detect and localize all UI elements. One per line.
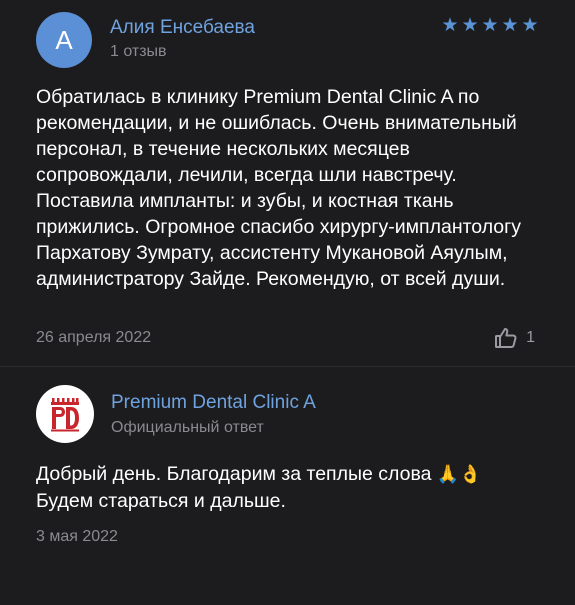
star-icon: ★ (481, 15, 499, 36)
thumbs-up-icon (494, 327, 518, 349)
review-date: 26 апреля 2022 (36, 329, 152, 346)
avatar-letter: А (55, 24, 73, 55)
like-button[interactable]: 1 (494, 327, 535, 349)
clinic-name[interactable]: Premium Dental Clinic A (111, 392, 316, 414)
official-reply: Premium Dental Clinic A Официальный отве… (0, 367, 575, 605)
author-avatar[interactable]: А (36, 12, 92, 68)
pray-ok-emoji-icon: 🙏👌 (436, 464, 482, 485)
author-name[interactable]: Алия Енсебаева (110, 17, 255, 39)
official-reply-label: Официальный ответ (111, 419, 264, 436)
clinic-logo-icon[interactable] (36, 385, 94, 443)
author-review-count: 1 отзыв (110, 43, 167, 60)
review-text: Обратилась в клинику Premium Dental Clin… (36, 86, 522, 290)
reply-text-line2: Будем стараться и дальше. (36, 490, 286, 512)
reviews-page: А Алия Енсебаева 1 отзыв ★ ★ ★ ★ ★ Обрат… (0, 0, 575, 605)
reply-text: Добрый день. Благодарим за теплые слова … (36, 461, 541, 514)
star-icon: ★ (521, 15, 539, 36)
like-count: 1 (526, 329, 535, 346)
reply-text-line1: Добрый день. Благодарим за теплые слова (36, 463, 432, 485)
review-card: А Алия Енсебаева 1 отзыв ★ ★ ★ ★ ★ Обрат… (0, 0, 575, 368)
star-icon: ★ (501, 15, 519, 36)
rating-stars: ★ ★ ★ ★ ★ (441, 15, 539, 36)
star-icon: ★ (441, 15, 459, 36)
reply-date: 3 мая 2022 (36, 528, 118, 545)
star-icon: ★ (461, 15, 479, 36)
